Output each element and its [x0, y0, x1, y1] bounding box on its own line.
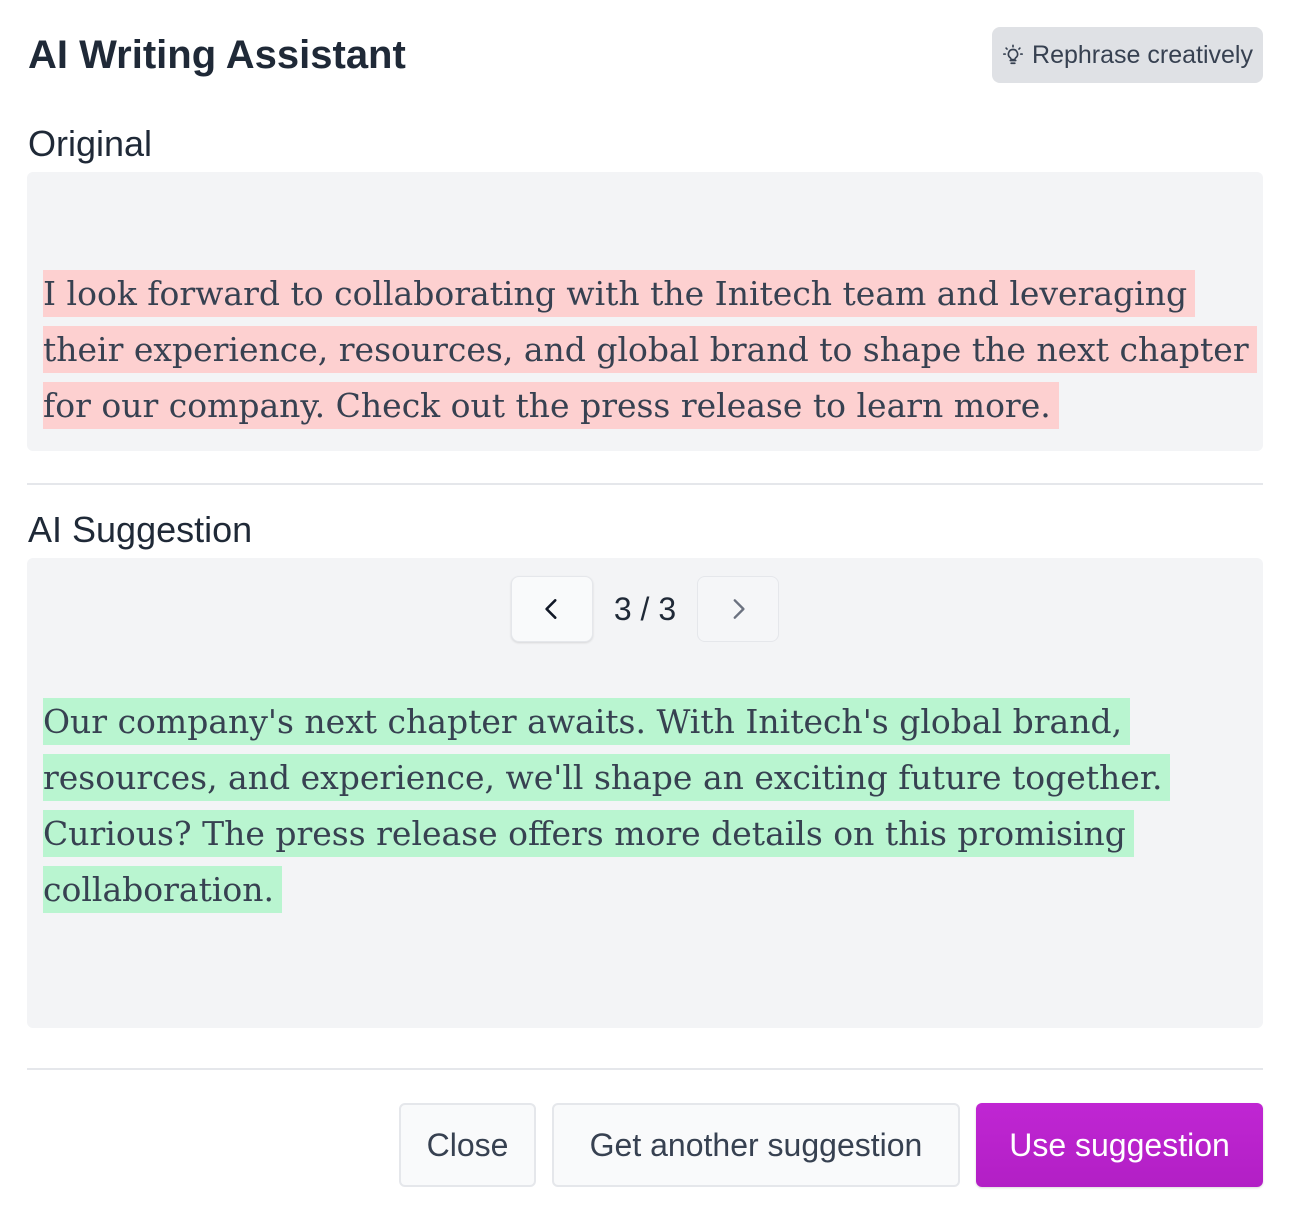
use-suggestion-button[interactable]: Use suggestion — [976, 1103, 1263, 1187]
ai-writing-assistant-dialog: AI Writing Assistant Rephrase creatively… — [0, 0, 1292, 1212]
footer-divider — [27, 1068, 1263, 1070]
suggestion-pager: 3 / 3 — [511, 576, 779, 642]
original-text-panel: I look forward to collaborating with the… — [27, 172, 1263, 451]
original-text-highlight: I look forward to collaborating with the… — [43, 270, 1257, 429]
suggestion-text-highlight: Our company's next chapter awaits. With … — [43, 698, 1171, 913]
suggestion-text: Our company's next chapter awaits. With … — [43, 694, 1255, 918]
dialog-title: AI Writing Assistant — [28, 33, 406, 77]
section-divider — [27, 483, 1263, 485]
previous-suggestion-button[interactable] — [511, 576, 593, 642]
get-another-suggestion-button[interactable]: Get another suggestion — [552, 1103, 960, 1187]
original-section-label: Original — [28, 123, 153, 164]
ai-suggestion-panel: 3 / 3 Our company's next chapter awaits.… — [27, 558, 1263, 1028]
close-button[interactable]: Close — [399, 1103, 536, 1187]
rephrase-creatively-button[interactable]: Rephrase creatively — [992, 27, 1263, 83]
ai-suggestion-section-label: AI Suggestion — [28, 509, 253, 550]
rephrase-creatively-label: Rephrase creatively — [1032, 40, 1253, 69]
dialog-header: AI Writing Assistant Rephrase creatively — [28, 27, 1263, 83]
chevron-left-icon — [545, 599, 557, 619]
suggestion-page-count: 3 / 3 — [613, 591, 677, 627]
next-suggestion-button[interactable] — [697, 576, 779, 642]
chevron-right-icon — [733, 599, 745, 619]
lightbulb-icon — [1003, 44, 1024, 65]
original-text: I look forward to collaborating with the… — [43, 266, 1257, 434]
